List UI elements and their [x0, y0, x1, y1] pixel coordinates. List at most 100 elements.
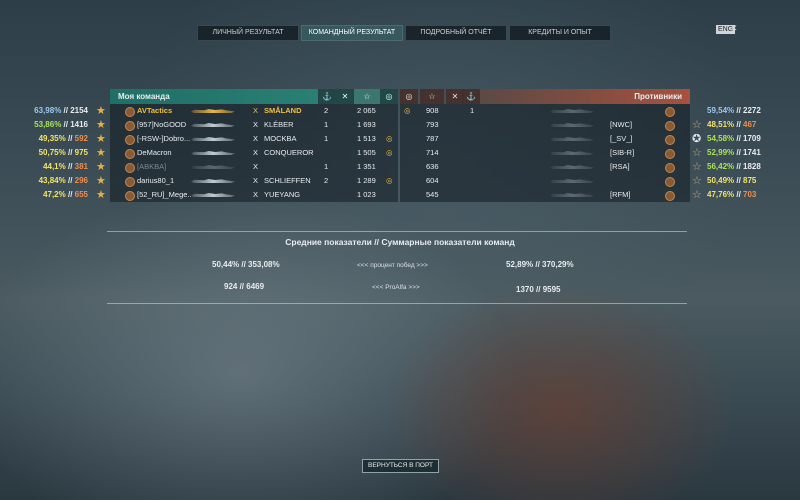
score: 2 065: [357, 106, 376, 115]
my-team-row[interactable]: 43,84% // 296 ★ darius80_1 X SCHLIEFFEN 2 1 28…: [0, 174, 400, 188]
battles-count: 592: [74, 134, 88, 143]
player-winrate: 52,99% // 1741: [707, 146, 761, 160]
player-winrate: 54,58% // 1709: [707, 132, 761, 146]
tab-1[interactable]: Личный результат: [197, 25, 299, 41]
enemy-team-row[interactable]: 793 [NWC] ☆ 48,51% // 467: [400, 118, 800, 132]
enemy-team-row[interactable]: 714 [SIB-R] ☆ 52,99% // 1741: [400, 146, 800, 160]
player-name[interactable]: DeMacron: [137, 146, 192, 160]
my-team-row[interactable]: 53,86% // 1416 ★ [957]NoGOOD X KLÉBER 1 1 693: [0, 118, 400, 132]
player-name[interactable]: [NWC]: [610, 118, 632, 132]
score-star-icon[interactable]: ☆: [354, 89, 380, 104]
rank-medal-icon: [125, 163, 135, 173]
my-team-header: Моя команда: [110, 89, 318, 104]
ship-silhouette-icon: [550, 123, 594, 127]
player-name[interactable]: darius80_1: [137, 174, 192, 188]
rank-medal-icon: [125, 135, 135, 145]
winrate-separator: //: [734, 106, 744, 115]
star-icon: ★: [96, 133, 106, 145]
kills: 1: [470, 106, 475, 115]
player-name[interactable]: [RSA]: [610, 160, 630, 174]
ship-type-icon[interactable]: ⚓: [318, 89, 336, 104]
ship-name: CONQUEROR: [264, 148, 314, 157]
winrate-separator: //: [65, 162, 75, 171]
ship-tier-icon: X: [253, 148, 259, 157]
winrate-separator: //: [734, 134, 744, 143]
my-team-row[interactable]: 50,75% // 975 ★ DeMacron X CONQUEROR 1 505 ◎: [0, 146, 400, 160]
ship-tier-icon: X: [253, 106, 259, 115]
rank-medal-icon: [665, 177, 675, 187]
star-outline-icon: ☆: [692, 119, 702, 131]
ship-silhouette-icon: [550, 193, 594, 197]
rank-medal-icon: [125, 149, 135, 159]
score: 545: [426, 190, 439, 199]
player-name[interactable]: [SIB-R]: [610, 146, 634, 160]
kills: 2: [324, 106, 329, 115]
player-winrate: 50,75% // 975: [0, 146, 88, 160]
rank-medal-icon: [665, 163, 675, 173]
return-to-port-button[interactable]: Вернуться в порт: [362, 459, 439, 473]
enemy-team-row[interactable]: 604 ☆ 50,49% // 875: [400, 174, 800, 188]
my-team-row[interactable]: 47,2% // 655 ★ [52_RU]_Mege... X YUEYANG 1 02…: [0, 188, 400, 202]
battles-count: 1709: [743, 134, 761, 143]
ship-name: KLÉBER: [264, 120, 294, 129]
winrate-separator: //: [734, 120, 744, 129]
star-icon: ★: [96, 119, 106, 131]
player-name[interactable]: [52_RU]_Mege...: [137, 188, 192, 202]
battles-count: 2272: [743, 106, 761, 115]
enemy-ribbon-icon[interactable]: ◎: [400, 89, 418, 104]
player-name[interactable]: [RFM]: [610, 188, 630, 202]
score: 1 693: [357, 120, 376, 129]
enemy-ship-type-icon[interactable]: ⚓: [462, 89, 480, 104]
kills: 1: [324, 120, 329, 129]
player-name[interactable]: [-RSW-]Dobro...: [137, 132, 192, 146]
score: 793: [426, 120, 439, 129]
ribbon-icon[interactable]: ◎: [380, 89, 398, 104]
battles-count: 381: [74, 162, 88, 171]
ship-tier-icon: X: [253, 190, 259, 199]
my-team-row[interactable]: 63,98% // 2154 ★ AVTactics X SMÅLAND 2 2 065: [0, 104, 400, 118]
enemy-score-star-icon[interactable]: ☆: [420, 89, 444, 104]
ship-name: SCHLIEFFEN: [264, 176, 311, 185]
my-team-row[interactable]: 49,35% // 592 ★ [-RSW-]Dobro... X MOCKBA 1 1 5…: [0, 132, 400, 146]
winrate-percent: 63,98%: [34, 106, 62, 115]
enemy-team-winrate: 52,89% // 370,29%: [506, 260, 574, 269]
enemy-team-row[interactable]: 787 [_SV_] ✪ 54,58% // 1709: [400, 132, 800, 146]
ship-tier-icon: X: [253, 120, 259, 129]
rank-medal-icon: [125, 177, 135, 187]
player-winrate: 43,84% // 296: [0, 174, 88, 188]
tab-4[interactable]: Кредиты и опыт: [509, 25, 611, 41]
battles-count: 703: [743, 190, 757, 199]
player-winrate: 48,51% // 467: [707, 118, 756, 132]
close-icon[interactable]: ✕: [730, 23, 738, 34]
tab-2[interactable]: Командный результат: [301, 25, 403, 41]
kills-icon[interactable]: ✕: [336, 89, 354, 104]
enemy-team-row[interactable]: 636 [RSA] ☆ 56,42% // 1828: [400, 160, 800, 174]
player-winrate: 56,42% // 1828: [707, 160, 761, 174]
tab-3[interactable]: Подробный отчёт: [405, 25, 507, 41]
player-name[interactable]: [957]NoGOOD: [137, 118, 192, 132]
player-name[interactable]: AVTactics: [137, 104, 192, 118]
winrate-separator: //: [61, 120, 71, 129]
summary-title: Средние показатели // Суммарные показате…: [285, 237, 515, 247]
battles-count: 467: [743, 120, 757, 129]
score: 908: [426, 106, 439, 115]
enemy-team-row[interactable]: 545 [RFM] ☆ 47,76% // 703: [400, 188, 800, 202]
ribbon-icon: ◎: [404, 106, 411, 115]
rank-medal-icon: [125, 191, 135, 201]
star-outline-icon: ☆: [692, 161, 702, 173]
ship-silhouette-icon: [550, 137, 594, 141]
score: 714: [426, 148, 439, 157]
my-team-proalfa: 924 // 6469: [224, 282, 265, 291]
score: 1 289: [357, 176, 376, 185]
player-winrate: 53,86% // 1416: [0, 118, 88, 132]
winrate-separator: //: [734, 162, 744, 171]
proalfa-label: <<< ProAlfa >>>: [372, 284, 420, 291]
winrate-separator: //: [65, 148, 75, 157]
ship-name: SMÅLAND: [264, 106, 302, 115]
ship-silhouette-icon: [550, 165, 594, 169]
my-team-row[interactable]: 44,1% // 381 ★ [ABKBA] X 1 1 351: [0, 160, 400, 174]
player-name[interactable]: [ABKBA]: [137, 160, 192, 174]
player-name[interactable]: [_SV_]: [610, 132, 633, 146]
enemy-team-row[interactable]: ◎ 908 1 59,54% // 2272: [400, 104, 800, 118]
kills: 2: [324, 176, 329, 185]
